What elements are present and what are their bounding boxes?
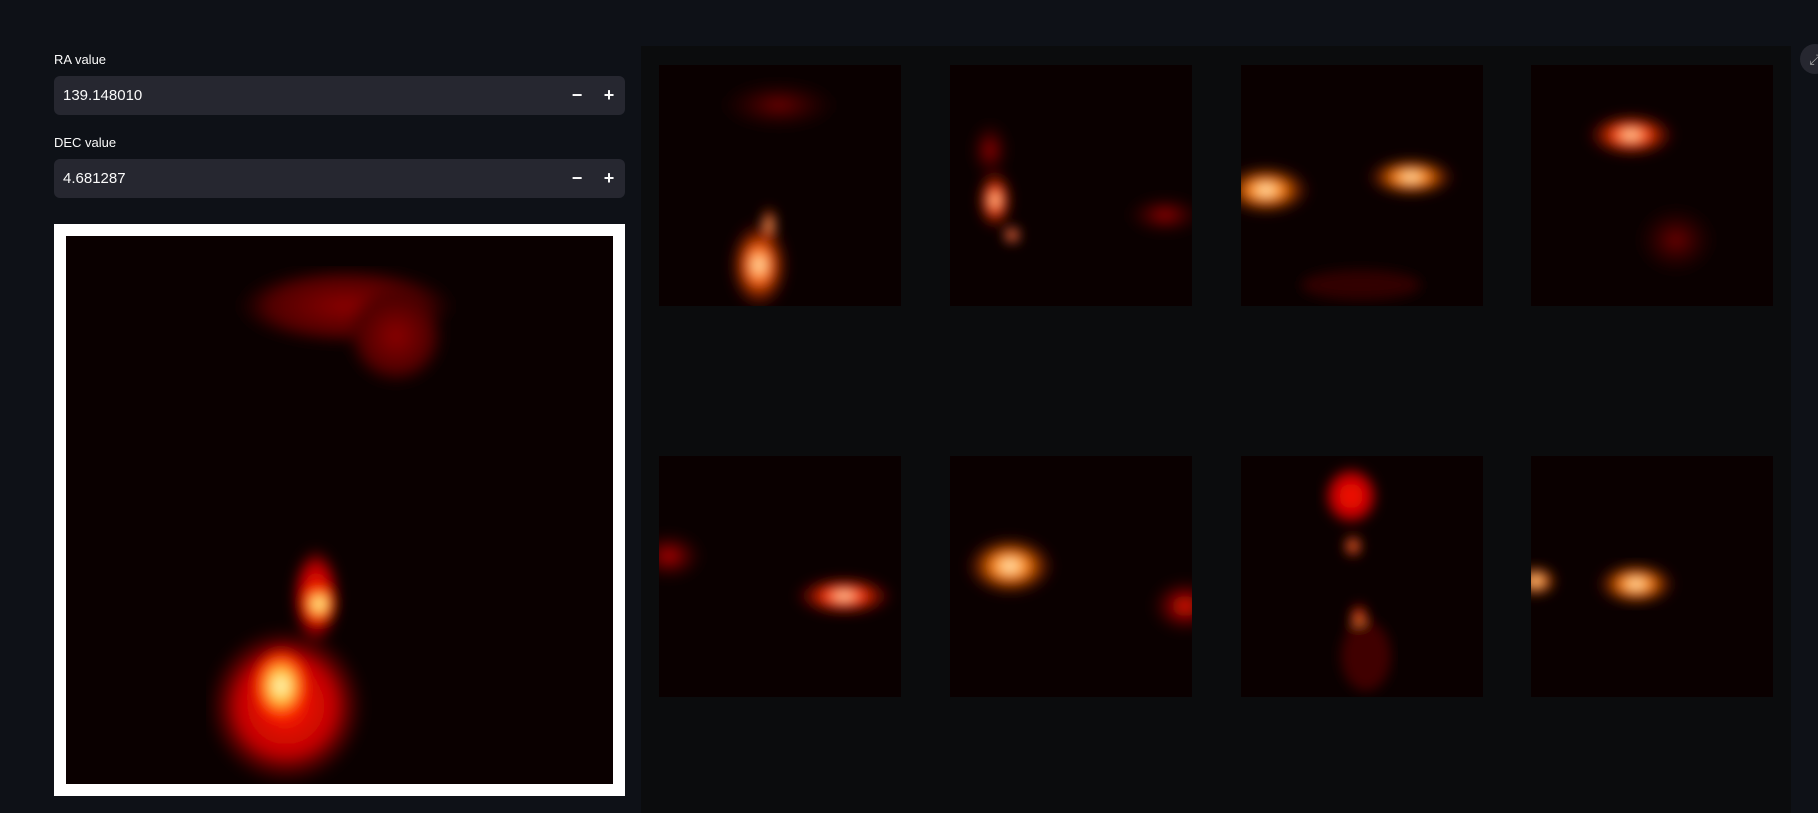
ra-input[interactable] [54, 75, 561, 116]
dec-number-input: − + [54, 158, 625, 199]
query-image [66, 236, 613, 784]
similar-image-8-render [1531, 456, 1773, 697]
similar-image-7[interactable] [1241, 456, 1483, 697]
similar-image-2[interactable] [950, 65, 1192, 306]
similar-image-3-render [1241, 65, 1483, 306]
similar-image-4-render [1531, 65, 1773, 306]
similar-image-1-render [659, 65, 901, 306]
app-header [0, 0, 1818, 46]
similar-image-1[interactable] [659, 65, 901, 306]
similar-image-6-render [950, 456, 1192, 697]
ra-increment-button[interactable]: + [593, 76, 625, 115]
query-image-panel [54, 224, 625, 796]
similar-image-8[interactable] [1531, 456, 1773, 697]
input-panel: RA value − + DEC value − + [54, 46, 625, 218]
dec-input[interactable] [54, 158, 561, 199]
similar-image-5[interactable] [659, 456, 901, 697]
ra-label: RA value [54, 52, 107, 67]
similar-image-6[interactable] [950, 456, 1192, 697]
similar-image-5-render [659, 456, 901, 697]
dec-label: DEC value [54, 135, 117, 150]
similar-image-7-render [1241, 456, 1483, 697]
dec-increment-button[interactable]: + [593, 159, 625, 198]
ra-decrement-button[interactable]: − [561, 76, 593, 115]
similar-image-2-render [950, 65, 1192, 306]
similar-image-4[interactable] [1531, 65, 1773, 306]
similar-image-3[interactable] [1241, 65, 1483, 306]
similar-images-gallery [641, 46, 1791, 813]
dec-decrement-button[interactable]: − [561, 159, 593, 198]
ra-number-input: − + [54, 75, 625, 116]
expand-icon[interactable]: ⤢ [1800, 44, 1818, 74]
